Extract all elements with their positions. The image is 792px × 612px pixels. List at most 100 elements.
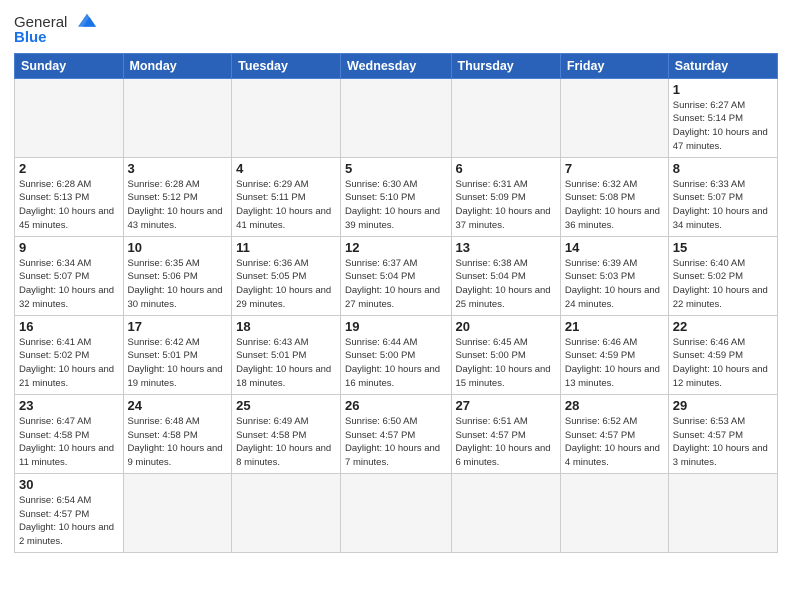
calendar-cell: 13 Sunrise: 6:38 AM Sunset: 5:04 PM Dayli… (451, 236, 560, 315)
calendar-cell: 22 Sunrise: 6:46 AM Sunset: 4:59 PM Dayli… (668, 315, 777, 394)
day-number: 18 (236, 319, 336, 334)
calendar-cell: 30Sunrise: 6:54 AM Sunset: 4:57 PM Dayli… (15, 473, 124, 552)
calendar-cell: 26Sunrise: 6:50 AM Sunset: 4:57 PM Dayli… (341, 394, 451, 473)
calendar-cell: 3Sunrise: 6:28 AM Sunset: 5:12 PM Daylig… (123, 157, 232, 236)
calendar-cell: 12 Sunrise: 6:37 AM Sunset: 5:04 PM Dayli… (341, 236, 451, 315)
day-info: Sunrise: 6:40 AM Sunset: 5:02 PM Dayligh… (673, 257, 773, 312)
day-info: Sunrise: 6:35 AM Sunset: 5:06 PM Dayligh… (128, 257, 228, 312)
day-info: Sunrise: 6:31 AM Sunset: 5:09 PM Dayligh… (456, 178, 556, 233)
day-number: 19 (345, 319, 446, 334)
calendar-cell: 27 Sunrise: 6:51 AM Sunset: 4:57 PM Dayli… (451, 394, 560, 473)
day-info: Sunrise: 6:29 AM Sunset: 5:11 PM Dayligh… (236, 178, 336, 233)
day-info: Sunrise: 6:43 AM Sunset: 5:01 PM Dayligh… (236, 336, 336, 391)
calendar-cell: 24Sunrise: 6:48 AM Sunset: 4:58 PM Dayli… (123, 394, 232, 473)
calendar-cell: 4 Sunrise: 6:29 AM Sunset: 5:11 PM Daylig… (232, 157, 341, 236)
calendar-cell (341, 473, 451, 552)
header-thursday: Thursday (451, 53, 560, 78)
day-number: 17 (128, 319, 228, 334)
day-info: Sunrise: 6:53 AM Sunset: 4:57 PM Dayligh… (673, 415, 773, 470)
day-info: Sunrise: 6:39 AM Sunset: 5:03 PM Dayligh… (565, 257, 664, 312)
calendar-cell (123, 473, 232, 552)
calendar-cell: 23 Sunrise: 6:47 AM Sunset: 4:58 PM Dayli… (15, 394, 124, 473)
calendar-cell (232, 78, 341, 157)
day-info: Sunrise: 6:46 AM Sunset: 4:59 PM Dayligh… (673, 336, 773, 391)
day-number: 25 (236, 398, 336, 413)
calendar-cell: 5Sunrise: 6:30 AM Sunset: 5:10 PM Daylig… (341, 157, 451, 236)
calendar-week-row: 2 Sunrise: 6:28 AM Sunset: 5:13 PM Daylig… (15, 157, 778, 236)
header-tuesday: Tuesday (232, 53, 341, 78)
day-number: 6 (456, 161, 556, 176)
day-number: 23 (19, 398, 119, 413)
calendar-week-row: 1 Sunrise: 6:27 AM Sunset: 5:14 PM Daylig… (15, 78, 778, 157)
day-info: Sunrise: 6:51 AM Sunset: 4:57 PM Dayligh… (456, 415, 556, 470)
day-number: 29 (673, 398, 773, 413)
day-number: 27 (456, 398, 556, 413)
day-info: Sunrise: 6:41 AM Sunset: 5:02 PM Dayligh… (19, 336, 119, 391)
day-number: 16 (19, 319, 119, 334)
day-number: 4 (236, 161, 336, 176)
header-saturday: Saturday (668, 53, 777, 78)
day-info: Sunrise: 6:38 AM Sunset: 5:04 PM Dayligh… (456, 257, 556, 312)
day-info: Sunrise: 6:30 AM Sunset: 5:10 PM Dayligh… (345, 178, 446, 233)
calendar-cell: 16 Sunrise: 6:41 AM Sunset: 5:02 PM Dayli… (15, 315, 124, 394)
logo-text: General Blue (14, 14, 100, 47)
day-info: Sunrise: 6:50 AM Sunset: 4:57 PM Dayligh… (345, 415, 446, 470)
day-number: 24 (128, 398, 228, 413)
day-number: 14 (565, 240, 664, 255)
logo: General Blue (14, 14, 100, 47)
calendar-cell: 15Sunrise: 6:40 AM Sunset: 5:02 PM Dayli… (668, 236, 777, 315)
day-info: Sunrise: 6:46 AM Sunset: 4:59 PM Dayligh… (565, 336, 664, 391)
day-info: Sunrise: 6:54 AM Sunset: 4:57 PM Dayligh… (19, 494, 119, 549)
day-number: 20 (456, 319, 556, 334)
day-number: 12 (345, 240, 446, 255)
header-friday: Friday (560, 53, 668, 78)
day-number: 9 (19, 240, 119, 255)
day-number: 13 (456, 240, 556, 255)
day-number: 2 (19, 161, 119, 176)
day-number: 28 (565, 398, 664, 413)
day-info: Sunrise: 6:34 AM Sunset: 5:07 PM Dayligh… (19, 257, 119, 312)
calendar-cell: 18 Sunrise: 6:43 AM Sunset: 5:01 PM Dayli… (232, 315, 341, 394)
day-info: Sunrise: 6:37 AM Sunset: 5:04 PM Dayligh… (345, 257, 446, 312)
day-number: 1 (673, 82, 773, 97)
calendar-cell: 21 Sunrise: 6:46 AM Sunset: 4:59 PM Dayli… (560, 315, 668, 394)
day-info: Sunrise: 6:27 AM Sunset: 5:14 PM Dayligh… (673, 99, 773, 154)
day-info: Sunrise: 6:32 AM Sunset: 5:08 PM Dayligh… (565, 178, 664, 233)
day-number: 11 (236, 240, 336, 255)
calendar-cell: 29 Sunrise: 6:53 AM Sunset: 4:57 PM Dayli… (668, 394, 777, 473)
calendar-cell (560, 78, 668, 157)
day-number: 7 (565, 161, 664, 176)
calendar-cell: 19Sunrise: 6:44 AM Sunset: 5:00 PM Dayli… (341, 315, 451, 394)
header-monday: Monday (123, 53, 232, 78)
header: General Blue (14, 10, 778, 47)
header-sunday: Sunday (15, 53, 124, 78)
calendar-cell: 25Sunrise: 6:49 AM Sunset: 4:58 PM Dayli… (232, 394, 341, 473)
day-number: 3 (128, 161, 228, 176)
calendar-cell (451, 78, 560, 157)
day-number: 22 (673, 319, 773, 334)
calendar-cell: 7 Sunrise: 6:32 AM Sunset: 5:08 PM Daylig… (560, 157, 668, 236)
calendar-week-row: 16 Sunrise: 6:41 AM Sunset: 5:02 PM Dayli… (15, 315, 778, 394)
calendar-cell (341, 78, 451, 157)
calendar-cell: 10 Sunrise: 6:35 AM Sunset: 5:06 PM Dayli… (123, 236, 232, 315)
calendar-week-row: 9 Sunrise: 6:34 AM Sunset: 5:07 PM Daylig… (15, 236, 778, 315)
calendar-cell: 14 Sunrise: 6:39 AM Sunset: 5:03 PM Dayli… (560, 236, 668, 315)
calendar-cell (451, 473, 560, 552)
calendar-cell (123, 78, 232, 157)
calendar-cell (668, 473, 777, 552)
day-info: Sunrise: 6:36 AM Sunset: 5:05 PM Dayligh… (236, 257, 336, 312)
day-number: 21 (565, 319, 664, 334)
page: General Blue Sunday Monday Tuesday Wedne… (0, 0, 792, 612)
calendar-cell: 9 Sunrise: 6:34 AM Sunset: 5:07 PM Daylig… (15, 236, 124, 315)
calendar-week-row: 23 Sunrise: 6:47 AM Sunset: 4:58 PM Dayli… (15, 394, 778, 473)
calendar-cell: 17Sunrise: 6:42 AM Sunset: 5:01 PM Dayli… (123, 315, 232, 394)
day-info: Sunrise: 6:28 AM Sunset: 5:13 PM Dayligh… (19, 178, 119, 233)
day-info: Sunrise: 6:47 AM Sunset: 4:58 PM Dayligh… (19, 415, 119, 470)
calendar-cell (560, 473, 668, 552)
day-number: 10 (128, 240, 228, 255)
calendar-table: Sunday Monday Tuesday Wednesday Thursday… (14, 53, 778, 553)
calendar-cell (15, 78, 124, 157)
calendar-cell: 1 Sunrise: 6:27 AM Sunset: 5:14 PM Daylig… (668, 78, 777, 157)
calendar-cell: 8Sunrise: 6:33 AM Sunset: 5:07 PM Daylig… (668, 157, 777, 236)
day-number: 8 (673, 161, 773, 176)
